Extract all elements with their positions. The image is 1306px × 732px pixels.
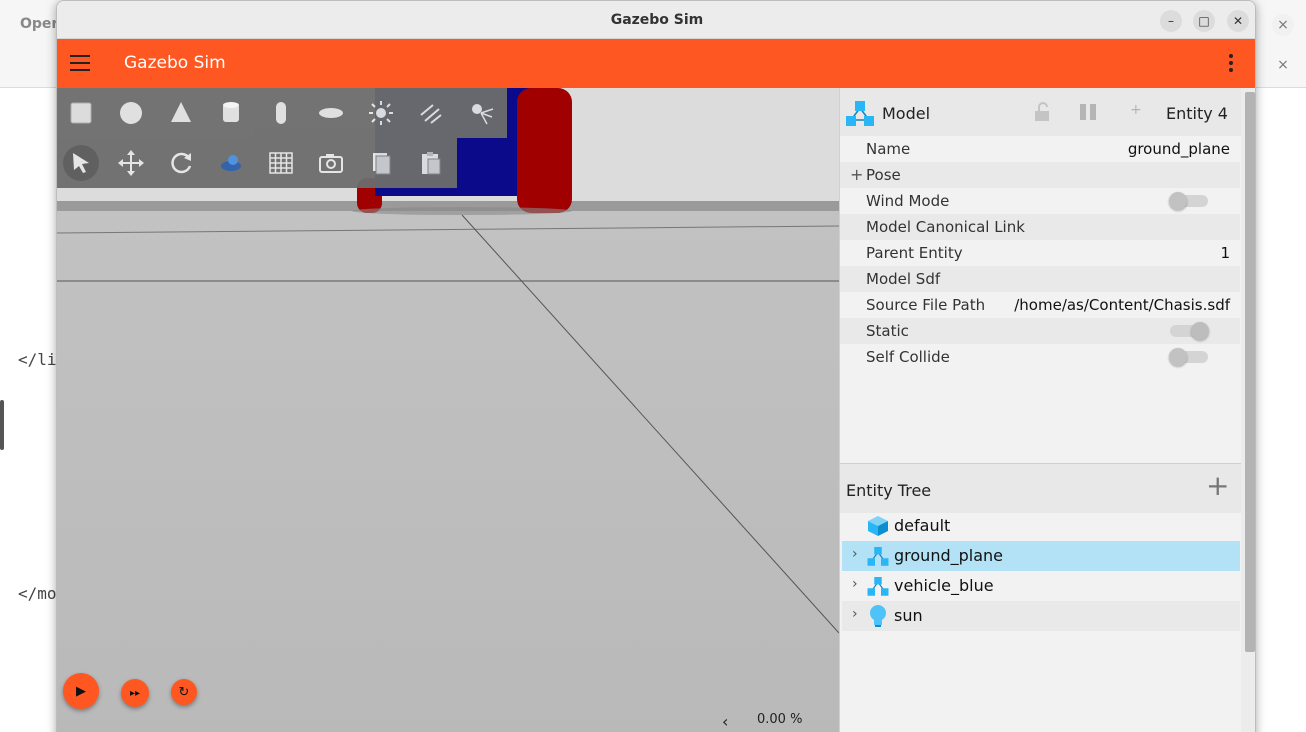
model-icon	[867, 577, 889, 596]
capsule-icon[interactable]	[263, 95, 299, 131]
maximize-button[interactable]: □	[1193, 10, 1215, 32]
background-tab-close-icon[interactable]: ×	[1272, 54, 1294, 76]
scene-3d-viewport[interactable]: ▶ ▸▸ ↻ ‹ 0.00 %	[57, 88, 839, 732]
play-button[interactable]: ▶	[63, 673, 99, 709]
background-code-line: </li	[18, 350, 57, 369]
property-label: Model Canonical Link	[866, 218, 1025, 236]
reset-button[interactable]: ↻	[171, 679, 197, 705]
property-row-source-file-path: Source File Path /home/as/Content/Chasis…	[840, 292, 1240, 318]
model-icon	[867, 547, 889, 566]
light-bulb-icon	[870, 605, 886, 627]
property-label: Self Collide	[866, 348, 950, 366]
point-light-icon[interactable]	[363, 95, 399, 131]
property-row-name: Name ground_plane	[840, 136, 1240, 162]
panel-scrollbar[interactable]	[1241, 88, 1255, 732]
property-value: 1	[1220, 244, 1230, 262]
right-panel: Model + Entity 4 Name ground_plane + Pos…	[839, 88, 1242, 732]
minimize-button[interactable]: –	[1160, 10, 1182, 32]
directional-light-icon[interactable]	[413, 95, 449, 131]
entity-id: Entity 4	[1166, 104, 1228, 123]
component-inspector-title: Model	[882, 104, 931, 123]
close-button[interactable]: ✕	[1227, 10, 1249, 32]
component-inspector-header: Model + Entity 4	[840, 88, 1242, 136]
property-label: Name	[866, 140, 911, 158]
property-label: Source File Path	[866, 296, 986, 314]
property-row-canonical-link: Model Canonical Link	[840, 214, 1240, 240]
property-row-wind-mode: Wind Mode	[840, 188, 1240, 214]
tree-item-sun[interactable]: › sun	[842, 601, 1240, 631]
hamburger-menu-icon[interactable]	[70, 55, 90, 71]
real-time-factor: 0.00 %	[757, 712, 803, 727]
screenshot-icon[interactable]	[313, 145, 349, 181]
entity-tree-title: Entity Tree	[846, 481, 932, 500]
cone-icon[interactable]	[163, 95, 199, 131]
property-row-model-sdf: Model Sdf	[840, 266, 1240, 292]
tree-item-label: sun	[894, 606, 923, 625]
property-label: Parent Entity	[866, 244, 963, 262]
stats-expand-chevron-icon[interactable]: ‹	[722, 712, 728, 731]
grid-icon[interactable]	[263, 145, 299, 181]
static-toggle[interactable]	[1170, 322, 1209, 340]
expand-chevron-icon[interactable]: ›	[852, 576, 858, 592]
wind-mode-toggle[interactable]	[1169, 192, 1208, 210]
property-row-parent-entity: Parent Entity 1	[840, 240, 1240, 266]
expand-chevron-icon[interactable]: ›	[852, 546, 858, 562]
property-label: Static	[866, 322, 909, 340]
window-titlebar[interactable]: Gazebo Sim – □ ✕	[57, 1, 1255, 39]
property-label: Wind Mode	[866, 192, 950, 210]
rotate-icon[interactable]	[163, 145, 199, 181]
shapes-toolbar	[57, 88, 507, 138]
tree-item-label: default	[894, 516, 951, 535]
box-icon[interactable]	[63, 95, 99, 131]
copy-icon[interactable]	[363, 145, 399, 181]
property-value: /home/as/Content/Chasis.sdf	[1014, 296, 1230, 314]
property-label: Pose	[866, 166, 901, 184]
entity-tree-header: Entity Tree +	[840, 463, 1242, 513]
background-title: Oper	[20, 16, 59, 32]
property-row-self-collide: Self Collide	[840, 344, 1240, 370]
add-entity-icon[interactable]: +	[1206, 472, 1229, 500]
world-cube-icon	[868, 516, 888, 536]
property-row-pose[interactable]: + Pose	[840, 162, 1240, 188]
kebab-menu-icon[interactable]	[1227, 54, 1235, 74]
model-icon	[846, 101, 874, 126]
tree-item-ground-plane[interactable]: › ground_plane	[842, 541, 1240, 571]
self-collide-toggle[interactable]	[1169, 348, 1208, 366]
app-bar: Gazebo Sim	[57, 39, 1255, 88]
app-title: Gazebo Sim	[124, 53, 226, 73]
expand-chevron-icon[interactable]: ›	[852, 606, 858, 622]
tree-item-label: vehicle_blue	[894, 576, 994, 595]
cylinder-icon[interactable]	[213, 95, 249, 131]
step-button[interactable]: ▸▸	[121, 679, 149, 707]
transform-toolbar	[57, 138, 457, 188]
tree-item-default[interactable]: default	[842, 511, 1240, 541]
ellipsoid-icon[interactable]	[313, 95, 349, 131]
property-row-static: Static	[840, 318, 1240, 344]
spot-light-icon[interactable]	[463, 95, 499, 131]
dock-handle	[0, 400, 4, 450]
sphere-icon[interactable]	[113, 95, 149, 131]
paste-icon[interactable]	[413, 145, 449, 181]
transform-control-icon[interactable]	[213, 145, 249, 181]
background-code-line: </mo	[18, 584, 57, 603]
lock-icon[interactable]	[1033, 102, 1051, 122]
tree-item-vehicle-blue[interactable]: › vehicle_blue	[842, 571, 1240, 601]
expand-plus-icon[interactable]: +	[850, 165, 863, 184]
select-arrow-icon[interactable]	[63, 145, 99, 181]
tree-item-label: ground_plane	[894, 546, 1003, 565]
scrollbar-thumb[interactable]	[1245, 92, 1255, 652]
add-icon[interactable]: +	[1130, 102, 1142, 118]
pause-icon[interactable]	[1080, 104, 1100, 120]
translate-icon[interactable]	[113, 145, 149, 181]
window-title: Gazebo Sim	[610, 12, 704, 28]
background-close-icon[interactable]: ×	[1272, 14, 1294, 36]
property-label: Model Sdf	[866, 270, 941, 288]
property-value: ground_plane	[1127, 140, 1230, 158]
gazebo-window: Gazebo Sim – □ ✕ Gazebo Sim ▶ ▸▸ ↻ ‹ 0.0…	[56, 0, 1256, 732]
